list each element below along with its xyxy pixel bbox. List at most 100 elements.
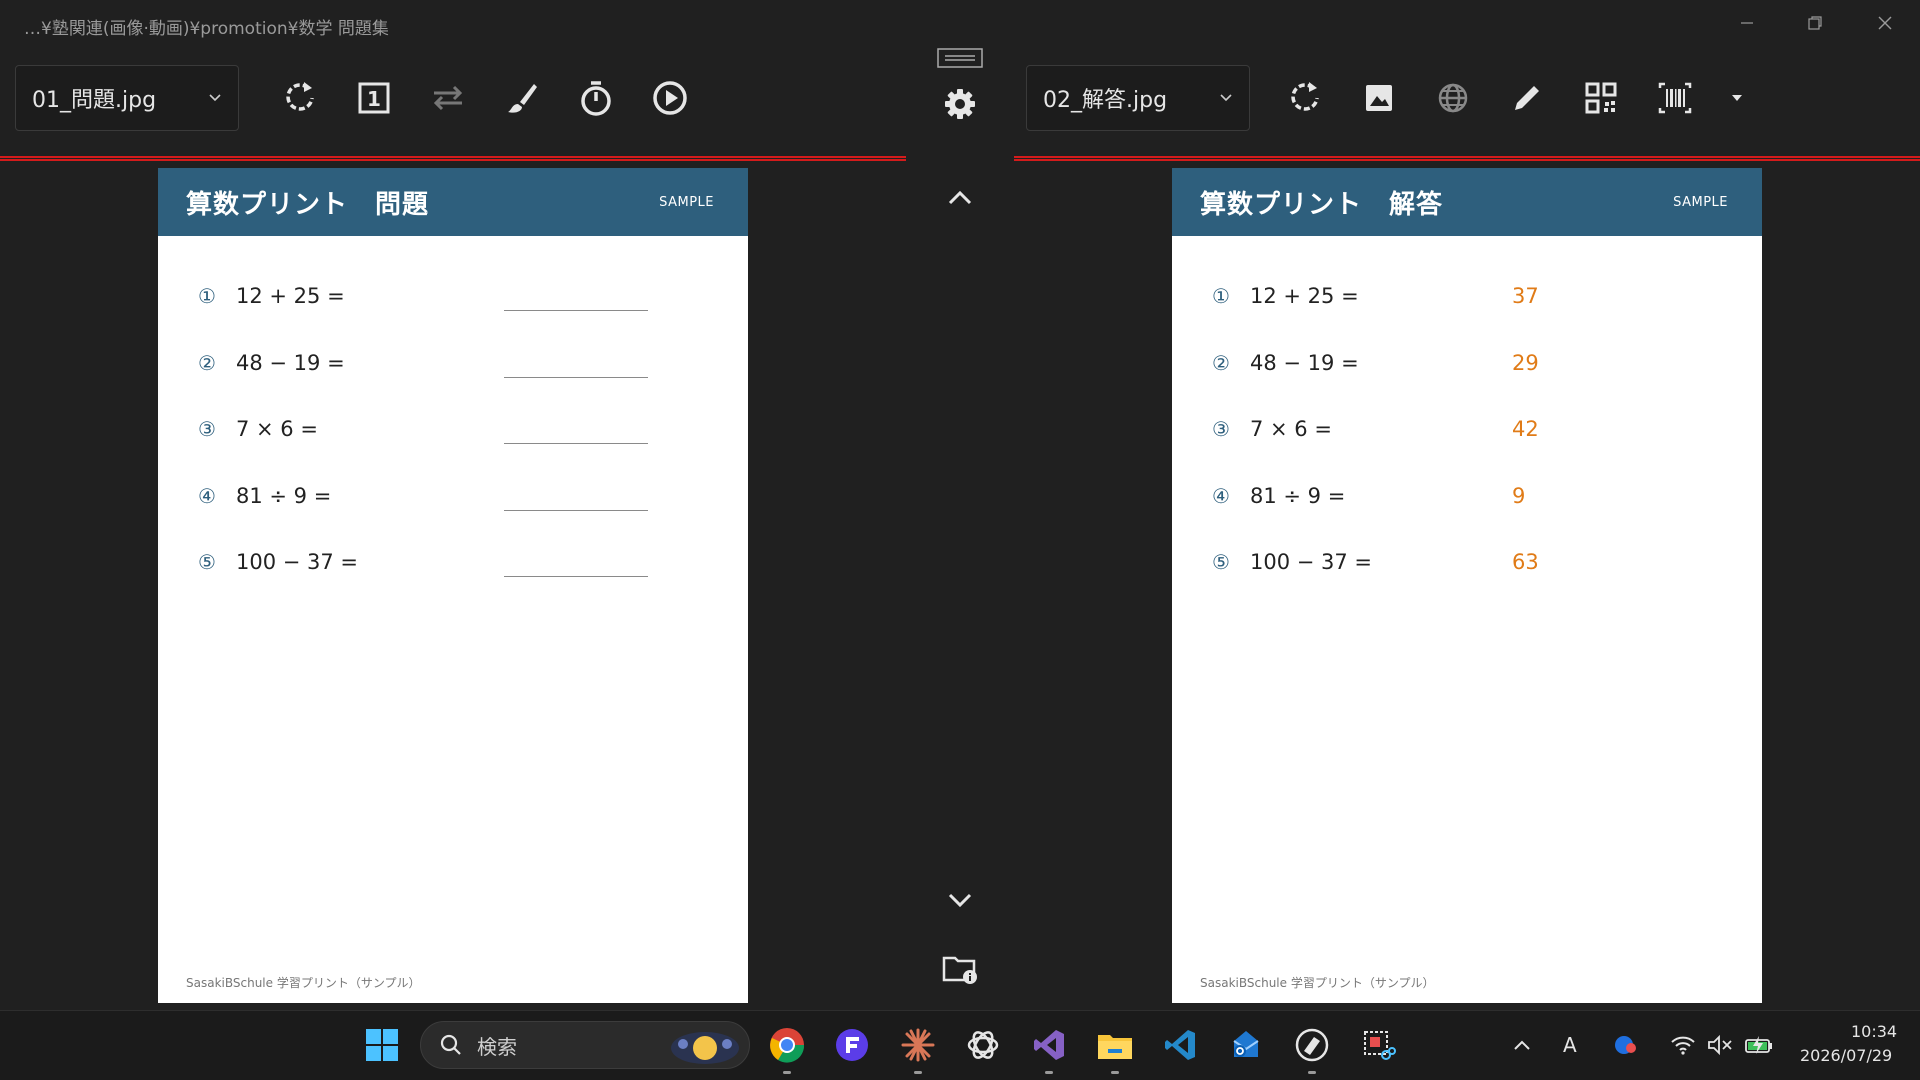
problem-expression: 48 − 19 = (236, 350, 345, 375)
center-controls (906, 40, 1014, 1005)
sunburst-icon (901, 1028, 935, 1062)
snipping-tool-app[interactable] (1353, 1020, 1403, 1070)
chrome-app[interactable] (762, 1020, 812, 1074)
battery-charging-icon (1745, 1036, 1772, 1054)
right-file-select[interactable]: 02_解答.jpg (1026, 65, 1250, 131)
battery-tray[interactable] (1736, 1020, 1782, 1070)
image-button[interactable] (1342, 61, 1416, 135)
left-red-divider (0, 156, 906, 161)
ime-indicator[interactable]: A (1563, 1033, 1577, 1057)
scroll-up-button[interactable] (906, 188, 1014, 206)
rotate-icon (286, 82, 314, 111)
claude-app[interactable] (893, 1020, 943, 1074)
brush-button[interactable] (485, 61, 559, 135)
barcode-button[interactable] (1638, 61, 1712, 135)
problem-sheet-title: 算数プリント 問題 (186, 189, 430, 220)
folder-info-button[interactable] (906, 952, 1014, 986)
openai-icon (967, 1031, 999, 1059)
app-f-icon (836, 1029, 868, 1061)
problem-list: ① 12 + 25 = ② 48 − 19 = ③ 7 × 6 = ④ 81 ÷ 9 =… (198, 284, 718, 617)
problem-expression: 100 − 37 = (236, 550, 359, 574)
search-icon (440, 1034, 461, 1055)
answer-sheet-header: 算数プリント 解答 SAMPLE (1172, 168, 1762, 236)
start-button[interactable] (357, 1020, 407, 1070)
clock-date[interactable]: 2026/07/29 (1800, 1046, 1892, 1065)
problem-number: ⑤ (1212, 550, 1230, 574)
problem-expression: 7 × 6 = (236, 417, 318, 441)
app-f[interactable] (827, 1020, 877, 1070)
app-sketch[interactable] (1287, 1020, 1337, 1074)
problem-row: ③ 7 × 6 = (198, 417, 718, 484)
page-number-button[interactable]: 1 (337, 61, 411, 135)
dropdown-icon (1732, 95, 1742, 101)
pencil-button[interactable] (1490, 61, 1564, 135)
rotate-right-button[interactable] (1268, 61, 1342, 135)
right-red-divider (1014, 156, 1920, 161)
drag-handle[interactable] (906, 48, 1014, 68)
problem-row: ⑤ 100 − 37 = (198, 550, 718, 617)
answer-value: 29 (1512, 350, 1539, 375)
clock-time[interactable]: 10:34 (1851, 1022, 1897, 1041)
folder-icon (1098, 1035, 1132, 1059)
tray-overflow-button[interactable] (1499, 1020, 1545, 1070)
problem-expression: 48 − 19 = (1250, 350, 1359, 375)
chevron-down-icon (1220, 94, 1232, 102)
problem-number: ④ (198, 483, 216, 508)
problem-sheet: 算数プリント 問題 SAMPLE ① 12 + 25 = ② 48 − 19 = ③… (158, 168, 748, 1003)
problem-expression: 7 × 6 = (1250, 417, 1332, 441)
search-placeholder: 検索 (477, 1034, 517, 1059)
answer-blank (504, 509, 648, 511)
answer-row: ① 12 + 25 = 37 (1212, 284, 1732, 351)
brush-icon (508, 84, 537, 113)
qr-code-icon (1585, 82, 1617, 114)
sheet-footer: SasakiBSchule 学習プリント（サンプル） (186, 976, 421, 990)
minimize-icon (1741, 22, 1753, 24)
problem-row: ② 48 − 19 = (198, 351, 718, 418)
play-button[interactable] (633, 61, 707, 135)
copilot-tray[interactable] (1603, 1020, 1649, 1070)
left-file-select[interactable]: 01_問題.jpg (15, 65, 239, 131)
problem-number: ② (1212, 350, 1230, 375)
problem-row: ④ 81 ÷ 9 = (198, 484, 718, 551)
problem-number: ⑤ (198, 550, 216, 574)
right-toolbar: 02_解答.jpg (1026, 58, 1762, 138)
close-button[interactable] (1862, 8, 1908, 38)
visual-studio-app[interactable] (1024, 1020, 1074, 1074)
file-explorer-app[interactable] (1090, 1020, 1140, 1074)
answer-row: ④ 81 ÷ 9 = 9 (1212, 484, 1732, 551)
answer-list: ① 12 + 25 = 37 ② 48 − 19 = 29 ③ 7 × 6 = 42 ④ 81… (1212, 284, 1732, 617)
page-number-icon: 1 (358, 82, 390, 114)
window-path: …¥塾関連(画像·動画)¥promotion¥数学 問題集 (24, 19, 389, 39)
more-dropdown-button[interactable] (1712, 61, 1762, 135)
settings-button[interactable] (906, 86, 1014, 122)
minimize-button[interactable] (1724, 8, 1770, 38)
svg-text:1: 1 (367, 87, 381, 111)
taskbar-search[interactable]: 検索 (420, 1021, 750, 1069)
qr-code-button[interactable] (1564, 61, 1638, 135)
image-icon (1366, 85, 1392, 111)
copilot-icon (1615, 1036, 1636, 1054)
restore-icon (1808, 16, 1822, 30)
problem-number: ① (1212, 284, 1230, 308)
timer-button[interactable] (559, 61, 633, 135)
sheet-footer: SasakiBSchule 学習プリント（サンプル） (1200, 976, 1435, 990)
chevron-up-icon (948, 190, 972, 205)
globe-button[interactable] (1416, 61, 1490, 135)
problem-expression: 12 + 25 = (236, 284, 345, 308)
problem-expression: 81 ÷ 9 = (236, 483, 332, 508)
answer-value: 42 (1512, 417, 1539, 441)
outlook-app[interactable] (1221, 1020, 1271, 1070)
play-icon (653, 81, 687, 115)
windows-logo-icon (366, 1029, 398, 1061)
timer-icon (581, 81, 611, 116)
swap-button[interactable] (411, 61, 485, 135)
restore-button[interactable] (1792, 8, 1838, 38)
rotate-button[interactable] (263, 61, 337, 135)
problem-expression: 81 ÷ 9 = (1250, 483, 1346, 508)
problem-number: ② (198, 350, 216, 375)
problem-sheet-header: 算数プリント 問題 SAMPLE (158, 168, 748, 236)
scroll-down-button[interactable] (906, 892, 1014, 910)
vscode-app[interactable] (1155, 1020, 1205, 1070)
left-file-name: 01_問題.jpg (32, 88, 157, 113)
chatgpt-app[interactable] (958, 1020, 1008, 1070)
